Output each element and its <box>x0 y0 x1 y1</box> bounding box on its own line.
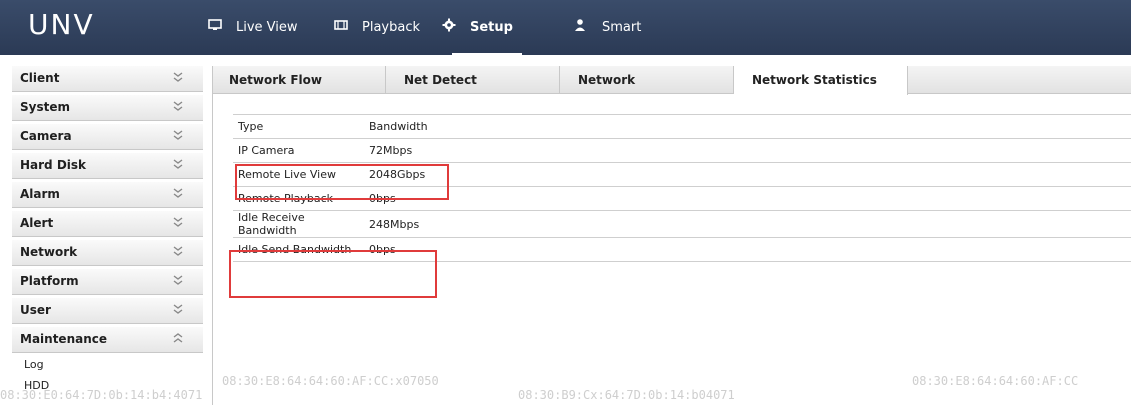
tab-bar: Network Flow Net Detect Network Network … <box>213 66 1131 95</box>
nav-playback-label: Playback <box>362 19 421 35</box>
active-nav-indicator <box>452 53 522 56</box>
watermark-text: 08:30:E8:64:64:60:AF:CC <box>912 374 1079 388</box>
chevron-down-icon <box>173 101 183 111</box>
nav-smart[interactable]: Smart <box>574 18 641 36</box>
header-type: Type <box>233 114 364 139</box>
nav-live-view-label: Live View <box>236 19 298 35</box>
row-bandwidth: 0bps <box>364 186 1131 211</box>
gear-icon <box>442 18 456 36</box>
chevron-down-icon <box>173 130 183 140</box>
nav-playback[interactable]: Playback <box>334 18 420 36</box>
row-bandwidth: 248Mbps <box>364 210 1131 238</box>
nav-live-view[interactable]: Live View <box>208 18 298 36</box>
main-content: Network Flow Net Detect Network Network … <box>212 66 1131 405</box>
tab-net-detect[interactable]: Net Detect <box>386 66 560 94</box>
tab-label: Network <box>578 73 636 87</box>
sidebar-item-label: System <box>20 100 70 114</box>
chevron-down-icon <box>173 217 183 227</box>
watermark-text: 08:30:E8:64:64:60:AF:CC:x07050 <box>222 374 439 388</box>
chevron-down-icon <box>173 304 183 314</box>
row-bandwidth: 2048Gbps <box>364 162 1131 187</box>
chevron-down-icon <box>173 72 183 82</box>
monitor-icon <box>208 19 222 35</box>
sidebar-item-maintenance[interactable]: Maintenance <box>12 327 203 353</box>
chevron-down-icon <box>173 188 183 198</box>
sidebar-item-network[interactable]: Network <box>12 240 203 266</box>
sidebar-item-platform[interactable]: Platform <box>12 269 203 295</box>
sidebar-item-label: Platform <box>20 274 79 288</box>
chevron-down-icon <box>173 246 183 256</box>
watermark-text: 08:30:B9:Cx:64:7D:0b:14:b04071 <box>518 388 735 402</box>
person-icon <box>574 18 588 36</box>
chevron-down-icon <box>173 159 183 169</box>
table-row: IP Camera 72Mbps <box>233 138 1131 163</box>
nav-smart-label: Smart <box>602 19 642 35</box>
sidebar-item-label: Maintenance <box>20 332 108 346</box>
sidebar-item-client[interactable]: Client <box>12 66 203 92</box>
sidebar-item-label: Client <box>20 71 60 85</box>
tab-network[interactable]: Network <box>560 66 734 94</box>
tab-label: Network Statistics <box>752 73 877 87</box>
table-row: Idle Receive Bandwidth 248Mbps <box>233 210 1131 238</box>
sidebar-item-label: Alarm <box>20 187 60 201</box>
film-icon <box>334 19 348 35</box>
tab-label: Network Flow <box>229 73 322 87</box>
sidebar-item-label: Hard Disk <box>20 158 87 172</box>
sidebar-item-label: Alert <box>20 216 54 230</box>
sidebar-item-label: Camera <box>20 129 72 143</box>
tab-label: Net Detect <box>404 73 477 87</box>
top-bar: UNV Live View Playback Setup Smart <box>0 0 1131 56</box>
row-type: Idle Receive Bandwidth <box>233 210 364 238</box>
nav-setup-label: Setup <box>470 19 513 35</box>
sidebar-subitem-log[interactable]: Log <box>24 358 44 371</box>
sidebar-item-user[interactable]: User <box>12 298 203 324</box>
sidebar-item-system[interactable]: System <box>12 95 203 121</box>
brand-logo: UNV <box>28 8 95 41</box>
highlight-box-idle-send-bandwidth <box>229 250 437 298</box>
highlight-box-remote-live-view <box>235 164 449 200</box>
sidebar-item-label: Network <box>20 245 78 259</box>
header-bandwidth: Bandwidth <box>364 114 1131 139</box>
sidebar-item-hard-disk[interactable]: Hard Disk <box>12 153 203 179</box>
row-type: IP Camera <box>233 138 364 163</box>
chevron-down-icon <box>173 275 183 285</box>
row-bandwidth: 0bps <box>364 237 1131 262</box>
tab-network-statistics[interactable]: Network Statistics <box>734 66 908 95</box>
sidebar-item-alert[interactable]: Alert <box>12 211 203 237</box>
sidebar: Client System Camera Hard Disk Alarm Ale… <box>12 66 203 405</box>
row-bandwidth: 72Mbps <box>364 138 1131 163</box>
sidebar-item-alarm[interactable]: Alarm <box>12 182 203 208</box>
sidebar-item-label: User <box>20 303 51 317</box>
watermark-text: 08:30:E0:64:7D:0b:14:b4:4071 <box>0 388 203 402</box>
table-header-row: Type Bandwidth <box>233 114 1131 139</box>
tab-network-flow[interactable]: Network Flow <box>213 66 386 94</box>
sidebar-item-camera[interactable]: Camera <box>12 124 203 150</box>
nav-setup[interactable]: Setup <box>442 18 513 36</box>
chevron-up-icon <box>173 333 183 343</box>
